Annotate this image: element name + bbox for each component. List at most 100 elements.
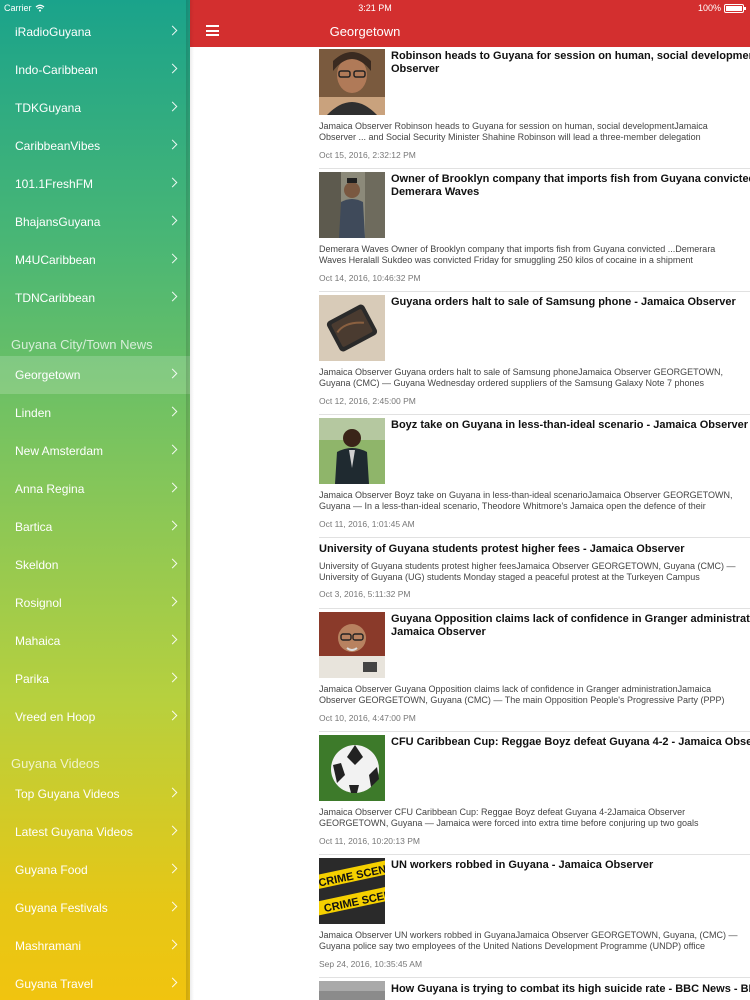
article-date: Oct 11, 2016, 10:20:13 PM (319, 836, 420, 846)
sidebar-item-linden[interactable]: Linden (0, 394, 190, 432)
sidebar-item-tdncaribbean[interactable]: TDNCaribbean (0, 279, 190, 317)
sidebar-item-label: Indo-Caribbean (15, 63, 98, 77)
article-description-cont: Guyana — In a less-than-ideal scenario, … (319, 501, 706, 511)
sidebar-item-top-guyana-videos[interactable]: Top Guyana Videos (0, 775, 190, 813)
article-title: Guyana Opposition claims lack of confide… (391, 613, 750, 625)
sidebar-item-latest-guyana-videos[interactable]: Latest Guyana Videos (0, 813, 190, 851)
sidebar-item-m4ucaribbean[interactable]: M4UCaribbean (0, 241, 190, 279)
sidebar-item-caribbeanvibes[interactable]: CaribbeanVibes (0, 127, 190, 165)
sidebar-item-georgetown[interactable]: Georgetown (0, 356, 190, 394)
sidebar: iRadioGuyana Indo-Caribbean TDKGuyana Ca… (0, 0, 190, 1000)
sidebar-item-label: iRadioGuyana (15, 25, 92, 39)
article-item[interactable]: How Guyana is trying to combat its high … (319, 979, 750, 1000)
article-item[interactable]: Owner of Brooklyn company that imports f… (319, 170, 750, 292)
article-item[interactable]: University of Guyana students protest hi… (319, 539, 750, 609)
sidebar-item-label: Georgetown (15, 368, 81, 382)
chevron-right-icon (167, 977, 178, 988)
sidebar-item-tdkguyana[interactable]: TDKGuyana (0, 89, 190, 127)
sidebar-item-label: Top Guyana Videos (15, 787, 120, 801)
sidebar-item-label: Skeldon (15, 558, 59, 572)
sidebar-item-indo-caribbean[interactable]: Indo-Caribbean (0, 51, 190, 89)
sidebar-item-anna-regina[interactable]: Anna Regina (0, 470, 190, 508)
sidebar-item-label: Anna Regina (15, 482, 85, 496)
sidebar-item-bhajansguyana[interactable]: BhajansGuyana (0, 203, 190, 241)
chevron-right-icon (167, 672, 178, 683)
sidebar-item-parika[interactable]: Parika (0, 660, 190, 698)
chevron-right-icon (167, 520, 178, 531)
status-time: 3:21 PM (358, 3, 392, 13)
article-date: Oct 11, 2016, 1:01:45 AM (319, 519, 415, 529)
article-title: CFU Caribbean Cup: Reggae Boyz defeat Gu… (391, 736, 750, 748)
article-item[interactable]: Guyana orders halt to sale of Samsung ph… (319, 293, 750, 415)
article-thumbnail (319, 49, 385, 115)
article-item[interactable]: Guyana Opposition claims lack of confide… (319, 610, 750, 732)
article-thumbnail (319, 981, 385, 1000)
chevron-right-icon (167, 406, 178, 417)
sidebar-item-mahaica[interactable]: Mahaica (0, 622, 190, 660)
sidebar-item-iradioguyana[interactable]: iRadioGuyana (0, 13, 190, 51)
sidebar-item-guyana-travel[interactable]: Guyana Travel (0, 965, 190, 1000)
sidebar-item-label: Rosignol (15, 596, 62, 610)
article-title: University of Guyana students protest hi… (319, 543, 685, 555)
article-description-cont: Guyana police say two employees of the U… (319, 941, 706, 951)
article-description-cont: Observer GEORGETOWN, Guyana (CMC) — The … (319, 695, 725, 705)
chevron-right-icon (167, 482, 178, 493)
sidebar-item-rosignol[interactable]: Rosignol (0, 584, 190, 622)
sidebar-item-vreed-en-hoop[interactable]: Vreed en Hoop (0, 698, 190, 736)
sidebar-item-skeldon[interactable]: Skeldon (0, 546, 190, 584)
sidebar-item-label: Parika (15, 672, 50, 686)
sidebar-item-guyana-food[interactable]: Guyana Food (0, 851, 190, 889)
sidebar-item-label: Linden (15, 406, 52, 420)
article-item[interactable]: Robinson heads to Guyana for session on … (319, 47, 750, 169)
battery-icon (724, 3, 746, 13)
sidebar-item-label: Mashramani (15, 939, 82, 953)
status-bar: Carrier 3:21 PM 100% (0, 0, 750, 16)
sidebar-item-label: Vreed en Hoop (15, 710, 96, 724)
article-date: Oct 10, 2016, 4:47:00 PM (319, 713, 416, 723)
sidebar-item-bartica[interactable]: Bartica (0, 508, 190, 546)
article-date: Oct 14, 2016, 10:46:32 PM (319, 273, 421, 283)
sidebar-item-mashramani[interactable]: Mashramani (0, 927, 190, 965)
sidebar-item-label: TDKGuyana (15, 101, 82, 115)
sidebar-item-label: BhajansGuyana (15, 215, 101, 229)
battery-indicator: 100% (697, 3, 746, 13)
sidebar-item-label: Guyana Festivals (15, 901, 108, 915)
chevron-right-icon (167, 25, 178, 36)
chevron-right-icon (167, 139, 178, 150)
article-description-cont: Waves Heralall Sukdeo was convicted Frid… (319, 255, 693, 265)
sidebar-item-label: 101.1FreshFM (15, 177, 94, 191)
news-feed[interactable]: Robinson heads to Guyana for session on … (190, 47, 750, 1000)
chevron-right-icon (167, 825, 178, 836)
battery-percent: 100% (697, 3, 721, 13)
chevron-right-icon (167, 596, 178, 607)
sidebar-item-new-amsterdam[interactable]: New Amsterdam (0, 432, 190, 470)
article-thumbnail (319, 418, 385, 484)
article-item[interactable]: CFU Caribbean Cup: Reggae Boyz defeat Gu… (319, 733, 750, 855)
article-description: Jamaica Observer Guyana Opposition claim… (319, 684, 712, 694)
article-title: How Guyana is trying to combat its high … (391, 983, 750, 995)
article-title-cont: Observer (391, 63, 440, 75)
article-description: Jamaica Observer Guyana orders halt to s… (319, 367, 724, 377)
article-thumbnail (319, 612, 385, 678)
chevron-right-icon (167, 101, 178, 112)
article-title: Boyz take on Guyana in less-than-ideal s… (391, 419, 749, 431)
sidebar-item-label: M4UCaribbean (15, 253, 96, 267)
article-title-cont: Demerara Waves (391, 186, 480, 198)
chevron-right-icon (167, 787, 178, 798)
sidebar-item-guyana-festivals[interactable]: Guyana Festivals (0, 889, 190, 927)
drawer-shadow (186, 0, 194, 1000)
article-description: Jamaica Observer UN workers robbed in Gu… (319, 930, 738, 940)
chevron-right-icon (167, 863, 178, 874)
section-header-news: Guyana City/Town News (11, 337, 153, 352)
article-description: Jamaica Observer Robinson heads to Guyan… (319, 121, 708, 131)
article-item[interactable]: Boyz take on Guyana in less-than-ideal s… (319, 416, 750, 538)
chevron-right-icon (167, 444, 178, 455)
chevron-right-icon (167, 215, 178, 226)
article-item[interactable]: CRIME SCENE CRIME SCENE UN workers robbe… (319, 856, 750, 978)
sidebar-item-label: CaribbeanVibes (15, 139, 101, 153)
article-thumbnail (319, 172, 385, 238)
article-description: Jamaica Observer CFU Caribbean Cup: Regg… (319, 807, 686, 817)
article-date: Oct 12, 2016, 2:45:00 PM (319, 396, 416, 406)
sidebar-item-label: Latest Guyana Videos (15, 825, 133, 839)
sidebar-item-freshfm[interactable]: 101.1FreshFM (0, 165, 190, 203)
